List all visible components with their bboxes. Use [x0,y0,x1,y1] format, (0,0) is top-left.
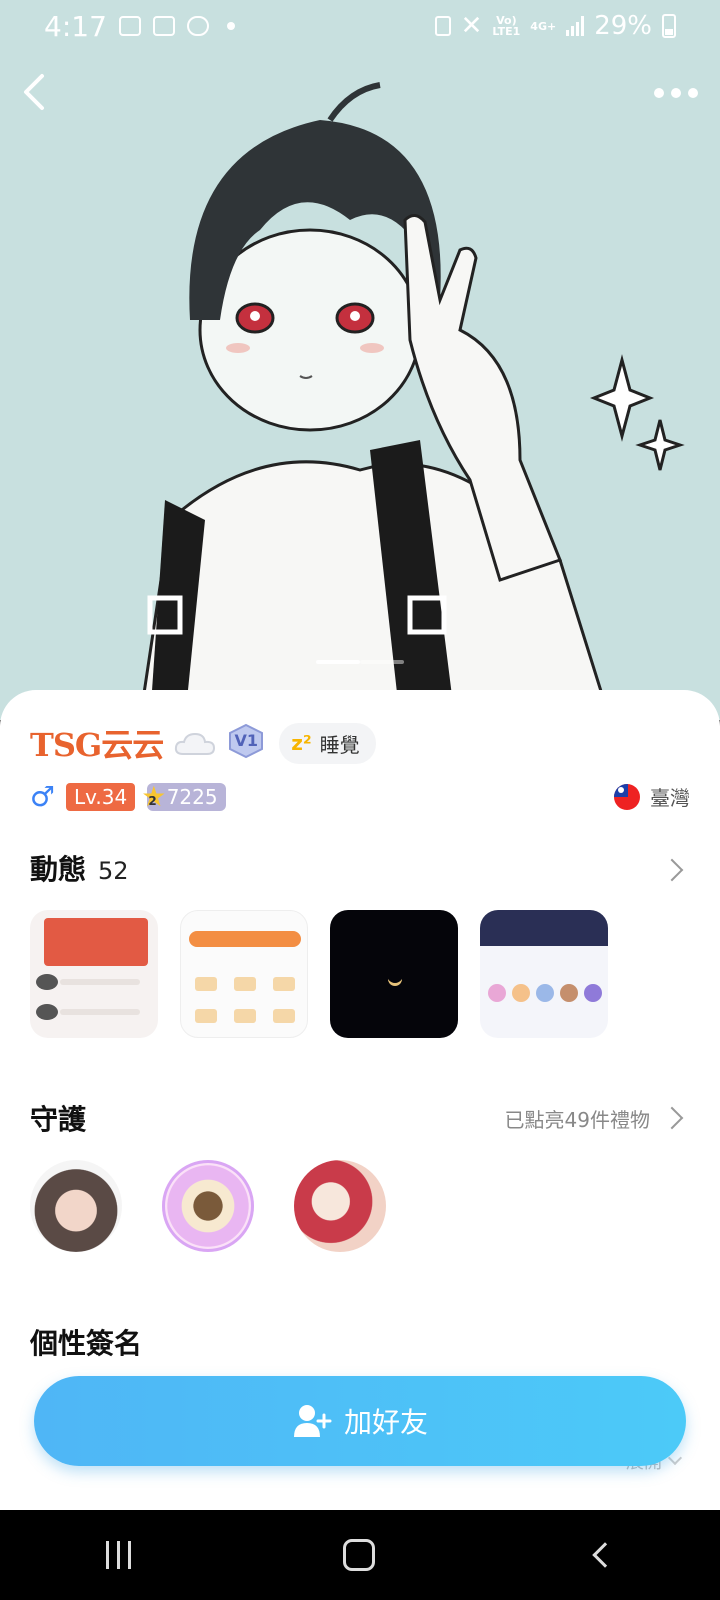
signature-title: 個性簽名 [30,1327,143,1360]
system-nav-bar [0,1510,720,1600]
notification-dot-icon [226,22,235,30]
pager-dot [360,660,404,664]
guard-list [30,1160,386,1252]
battery-icon [662,14,676,38]
male-icon: ♂ [30,780,56,813]
points-badge[interactable]: ★ 2 7225 [141,782,226,811]
status-bar: 4:17 ✕ Vo) LTE1 4G+ 29% [0,0,720,52]
lock-icon [434,16,451,36]
profile-cover-illustration [0,0,720,720]
username: TSG云云 [30,726,164,764]
volte-indicator: Vo) LTE1 [492,14,521,38]
guard-avatar[interactable] [162,1160,254,1252]
guard-title: 守護 [30,1103,87,1136]
meta-row: ♂ Lv.34 ★ 2 7225 臺灣 [30,780,690,813]
pager-dot-active [316,660,360,664]
add-friend-icon [293,1405,332,1437]
moments-header[interactable]: 動態 52 [30,848,129,888]
points-value: 7225 [166,784,218,809]
level-badge[interactable]: Lv.34 [66,782,136,811]
back-arrow-icon[interactable] [12,68,60,116]
taiwan-flag-icon [614,783,640,810]
signal-icon [566,16,585,36]
moments-count: 52 [98,857,129,885]
moments-title: 動態 [30,853,87,886]
cloud-icon [175,732,216,755]
guard-header: 守護 [30,1098,86,1138]
home-icon[interactable] [343,1539,376,1571]
region: 臺灣 [614,782,690,811]
profile-hero: 4:17 ✕ Vo) LTE1 4G+ 29% [0,0,720,720]
lit-gifts-link[interactable]: 已點亮49件禮物 [505,1104,650,1133]
chevron-right-icon[interactable] [660,858,684,882]
moment-thumbnail[interactable] [480,910,608,1038]
network-type: 4G+ [530,19,557,33]
guard-avatar[interactable] [294,1160,386,1252]
system-back-icon[interactable] [592,1542,618,1568]
sleep-icon: z² [291,731,312,755]
status-pill[interactable]: z² 睡覺 [279,722,376,764]
battery-percent: 29% [594,11,652,41]
status-time: 4:17 [44,9,107,43]
gallery-icon [118,16,141,36]
star-level: 2 [148,793,157,808]
moment-thumbnail[interactable] [30,910,158,1038]
add-friend-button[interactable]: 加好友 [34,1376,686,1466]
more-icon[interactable] [646,78,706,108]
status-text: 睡覺 [319,732,360,757]
add-friend-label: 加好友 [343,1406,428,1439]
moment-thumbnail[interactable] [180,910,308,1038]
moment-thumbnail[interactable] [330,910,458,1038]
moments-thumbnails [30,910,608,1038]
mute-icon: ✕ [460,11,483,41]
app-notification-icon [152,16,175,36]
chevron-right-icon[interactable] [660,1106,684,1130]
weather-icon [186,16,209,36]
guard-avatar[interactable] [30,1160,122,1252]
photo-pager [316,660,404,664]
region-label: 臺灣 [650,786,690,810]
vip-level: V1 [234,731,259,750]
recents-icon[interactable] [106,1541,132,1569]
name-row: TSG云云 V1 z² 睡覺 [30,720,376,766]
